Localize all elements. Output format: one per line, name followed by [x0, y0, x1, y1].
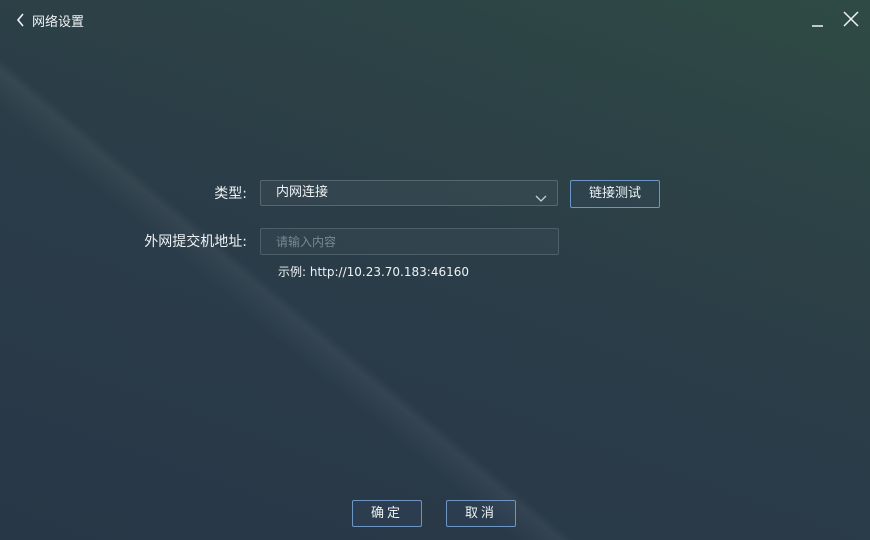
connection-test-button[interactable]: 链接测试: [570, 180, 660, 208]
minimize-button[interactable]: [809, 10, 829, 30]
chevron-down-icon: [535, 188, 547, 207]
type-label: 类型:: [214, 186, 247, 202]
example-hint: 示例: http://10.23.70.183:46160: [278, 265, 469, 279]
address-input[interactable]: [260, 228, 559, 255]
minimize-icon: [809, 10, 829, 30]
close-button[interactable]: [841, 10, 861, 30]
address-label: 外网提交机地址:: [144, 234, 247, 250]
cancel-button[interactable]: 取消: [446, 500, 516, 527]
type-select[interactable]: 内网连接: [260, 180, 558, 206]
type-select-value: 内网连接: [276, 185, 329, 200]
back-button[interactable]: 网络设置: [16, 10, 84, 30]
title-bar: 网络设置: [0, 0, 870, 40]
window-title: 网络设置: [32, 14, 85, 30]
confirm-button[interactable]: 确定: [352, 500, 422, 527]
chevron-left-icon: [16, 13, 26, 27]
close-icon: [841, 10, 861, 30]
